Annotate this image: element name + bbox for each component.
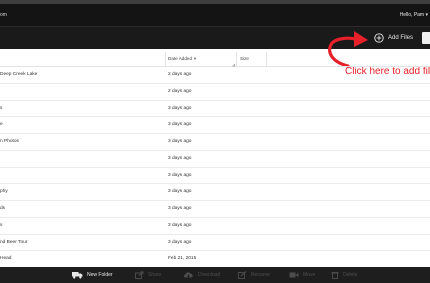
file-name: Head <box>0 256 12 262</box>
file-date-added: 2 days ago <box>168 88 192 94</box>
sort-down-icon: ▼ <box>193 56 197 61</box>
user-menu[interactable]: Hello, Pam ▾ <box>400 12 428 18</box>
plus-circle-icon <box>374 33 384 43</box>
table-row[interactable]: phy 3 days ago <box>0 184 430 201</box>
file-date-added: 3 days ago <box>168 172 192 178</box>
file-name: s <box>0 105 3 111</box>
action-bar: New Folder Share Download Rename Move De… <box>0 267 430 283</box>
table-row[interactable]: ds 3 days ago <box>0 201 430 218</box>
file-date-added: 2 days ago <box>168 72 192 77</box>
truck-icon <box>72 272 83 279</box>
delete-label: Delete <box>343 272 358 278</box>
file-name: s <box>0 222 3 228</box>
rename-button[interactable]: Rename <box>238 271 270 279</box>
column-header-size[interactable]: Size <box>240 56 249 61</box>
app-root: om Hello, Pam ▾ Add Files Click here to … <box>0 0 430 283</box>
move-label: Move <box>303 272 316 278</box>
file-date-added: 3 days ago <box>168 239 192 245</box>
column-header-date-added[interactable]: Date Added▼ <box>168 56 197 61</box>
file-date-added: 3 days ago <box>168 122 192 128</box>
table-row[interactable]: nd Beer Tour 3 days ago <box>0 235 430 252</box>
download-label: Download <box>198 272 221 278</box>
share-label: Share <box>148 272 162 278</box>
add-files-button[interactable]: Add Files <box>374 31 413 45</box>
trash-icon <box>331 272 339 279</box>
column-divider <box>165 52 166 67</box>
file-name: nd Beer Tour <box>0 239 28 245</box>
table-row[interactable]: n Photos 3 days ago <box>0 134 430 151</box>
column-divider <box>266 52 267 67</box>
video-icon <box>289 272 299 278</box>
file-name: ds <box>0 206 6 211</box>
file-name: n Photos <box>0 139 19 144</box>
file-date-added: 3 days ago <box>168 222 192 228</box>
table-row[interactable]: e 3 days ago <box>0 117 430 134</box>
file-date-added: 3 days ago <box>168 206 192 211</box>
table-row[interactable]: 2 days ago <box>0 84 430 101</box>
table-row[interactable]: s 3 days ago <box>0 101 430 118</box>
file-date-added: Feb 21, 2015 <box>168 256 197 262</box>
file-date-added: 3 days ago <box>168 155 192 161</box>
delete-button[interactable]: Delete <box>331 271 357 279</box>
date-added-label: Date Added <box>168 56 193 61</box>
move-button[interactable]: Move <box>289 271 315 279</box>
file-date-added: 3 days ago <box>168 189 192 195</box>
edit-icon <box>238 271 247 279</box>
file-name: Deep Creek Lake <box>0 72 38 77</box>
top-navigation-bar: om Hello, Pam ▾ <box>0 4 430 26</box>
table-row[interactable]: 3 days ago <box>0 151 430 168</box>
download-button[interactable]: Download <box>183 271 220 279</box>
file-table: Date Added▼ ◢ Size Deep Creek Lake 2 day… <box>0 52 430 268</box>
file-name: phy <box>0 189 8 195</box>
table-row[interactable]: 3 days ago <box>0 168 430 185</box>
add-files-label: Add Files <box>388 35 414 41</box>
file-date-added: 3 days ago <box>168 139 192 144</box>
rename-label: Rename <box>251 272 270 278</box>
table-row[interactable]: s 3 days ago <box>0 218 430 235</box>
view-toggle-button[interactable] <box>422 32 430 44</box>
share-button[interactable]: Share <box>135 271 161 279</box>
file-name: e <box>0 122 3 128</box>
column-divider <box>236 52 237 67</box>
cloud-download-icon <box>184 272 193 278</box>
table-header: Date Added▼ ◢ Size <box>0 52 430 67</box>
file-date-added: 3 days ago <box>168 105 192 111</box>
table-row[interactable]: Head Feb 21, 2015 <box>0 251 430 268</box>
new-folder-button[interactable]: New Folder <box>72 271 113 279</box>
share-icon <box>135 271 144 279</box>
site-title: om <box>0 12 7 18</box>
new-folder-label: New Folder <box>87 272 113 278</box>
table-row[interactable]: Deep Creek Lake 2 days ago <box>0 67 430 84</box>
